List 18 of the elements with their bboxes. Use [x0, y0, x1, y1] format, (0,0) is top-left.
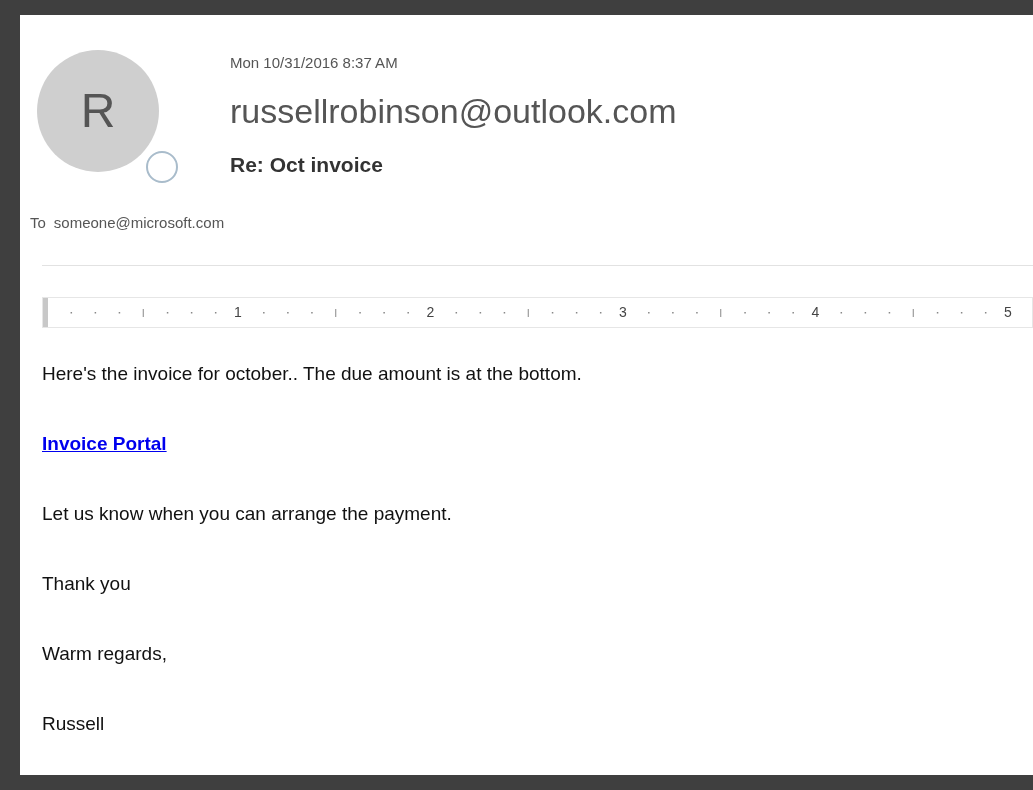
body-paragraph: Thank you [42, 571, 131, 596]
ruler-number: 5 [1004, 302, 1012, 321]
to-label: To [30, 213, 46, 233]
ruler-number: 4 [811, 302, 820, 321]
body-paragraph: Warm regards, [42, 641, 167, 666]
ruler-number: 3 [619, 302, 627, 321]
email-subject: Re: Oct invoice [230, 151, 384, 178]
ruler-number: 2 [426, 302, 435, 321]
body-paragraph: Here's the invoice for october.. The due amount is at the bottom. [42, 361, 582, 386]
sender-address: russellrobinson@outlook.com [230, 90, 677, 132]
body-paragraph: Russell [42, 711, 105, 736]
body-paragraph: Let us know when you can arrange the payment. [42, 501, 452, 526]
avatar-initial: R [80, 83, 116, 139]
sent-date: Mon 10/31/2016 8:37 AM [230, 53, 399, 73]
invoice-link[interactable]: Invoice Portal [42, 431, 167, 456]
recipient-address: someone@microsoft.com [53, 213, 225, 233]
ruler-number: 1 [234, 302, 242, 321]
indent-marker[interactable] [43, 297, 48, 327]
